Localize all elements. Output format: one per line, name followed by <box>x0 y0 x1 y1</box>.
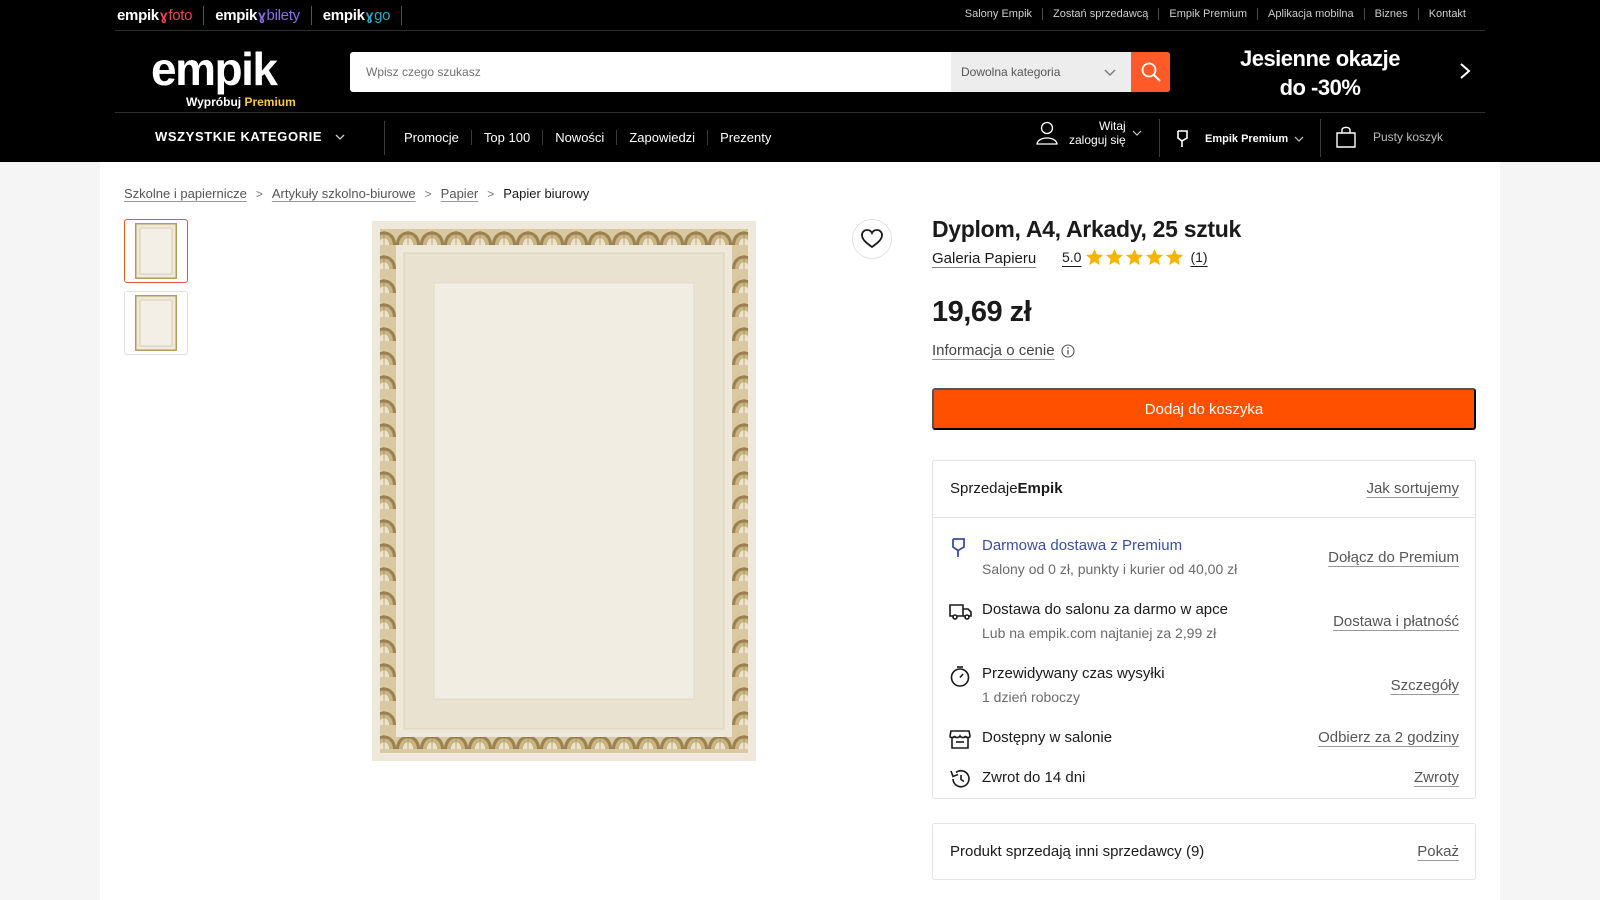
toplink-biznes[interactable]: Biznes <box>1363 8 1418 20</box>
search-input[interactable] <box>350 52 950 92</box>
empik-foto-link[interactable]: empik ɣ foto <box>117 6 205 25</box>
toplink-zostan-sprzedawca[interactable]: Zostań sprzedawcą <box>1042 8 1158 20</box>
product-image[interactable] <box>372 221 756 761</box>
product-title: Dyplom, A4, Arkady, 25 sztuk <box>932 216 1242 242</box>
seller-name: Empik <box>1017 480 1063 497</box>
top-bar: empik ɣ foto empik ɣ bilety empik ɣ go S… <box>115 0 1485 31</box>
brand-mark-icon: ɣ <box>159 7 168 23</box>
brand-links: empik ɣ foto empik ɣ bilety empik ɣ go <box>117 6 413 25</box>
other-sellers-label: Produkt sprzedają inni sprzedawcy (9) <box>950 843 1205 860</box>
certificate-thumbnail-image <box>135 295 177 351</box>
toplink-kontakt[interactable]: Kontakt <box>1417 8 1476 20</box>
add-to-favorites-button[interactable] <box>852 219 892 259</box>
try-premium-link[interactable]: Wypróbuj Premium <box>186 95 296 109</box>
nav-divider <box>1159 119 1160 157</box>
delivery-payment-link[interactable]: Dostawa i płatność <box>1333 613 1459 630</box>
heart-icon <box>861 229 883 249</box>
chevron-down-icon <box>335 134 345 140</box>
nav-prezenty[interactable]: Prezenty <box>707 130 783 145</box>
toplink-aplikacja[interactable]: Aplikacja mobilna <box>1257 8 1364 20</box>
pickup-link[interactable]: Odbierz za 2 godziny <box>1318 729 1459 746</box>
search-icon <box>1141 62 1161 82</box>
premium-icon <box>952 538 965 557</box>
add-to-cart-button[interactable]: Dodaj do koszyka <box>932 388 1476 430</box>
product-price: 19,69 zł <box>932 296 1032 328</box>
star-icon <box>1146 248 1164 266</box>
breadcrumb-link[interactable]: Papier <box>441 186 479 201</box>
certificate-thumbnail-image <box>135 223 177 279</box>
chevron-down-icon <box>1132 130 1142 136</box>
top-links: Salony Empik Zostań sprzedawcą Empik Pre… <box>955 8 1476 20</box>
breadcrumb-separator: > <box>487 186 495 201</box>
breadcrumb-link[interactable]: Szkolne i papiernicze <box>124 186 247 201</box>
main-nav: WSZYSTKIE KATEGORIE Promocje Top 100 Now… <box>115 112 1485 162</box>
empik-logo[interactable]: empik Wypróbuj Premium <box>151 45 296 109</box>
rating-stars <box>1085 248 1185 266</box>
other-sellers-box: Produkt sprzedają inni sprzedawcy (9) Po… <box>932 823 1476 880</box>
store-icon <box>949 730 971 749</box>
breadcrumb: Szkolne i papiernicze > Artykuły szkolno… <box>124 186 589 201</box>
rating-value: 5.0 <box>1062 249 1082 265</box>
nav-promocje[interactable]: Promocje <box>392 130 471 145</box>
brand-mark-icon: ɣ <box>258 7 266 23</box>
category-select[interactable]: Dowolna kategoria <box>951 52 1131 92</box>
star-icon <box>1106 248 1124 266</box>
account-menu[interactable]: Witaj zaloguj się <box>1035 119 1142 147</box>
shopping-bag-icon <box>1336 126 1356 148</box>
nav-top100[interactable]: Top 100 <box>470 130 542 145</box>
empik-bilety-link[interactable]: empik ɣ bilety <box>215 6 312 25</box>
breadcrumb-separator: > <box>255 186 263 201</box>
star-icon <box>1126 248 1144 266</box>
brand-mark-icon: ɣ <box>365 7 374 23</box>
nav-zapowiedzi[interactable]: Zapowiedzi <box>616 130 707 145</box>
product-rating[interactable]: 5.0 (1) <box>1062 248 1208 266</box>
product-page: Szkolne i papiernicze > Artykuły szkolno… <box>100 162 1500 900</box>
search-button[interactable] <box>1131 52 1170 92</box>
premium-icon <box>1177 130 1188 147</box>
breadcrumb-current: Papier biurowy <box>503 186 590 201</box>
nav-divider <box>1320 119 1321 157</box>
user-icon <box>1036 121 1058 145</box>
how-we-sort-link[interactable]: Jak sortujemy <box>1366 480 1459 497</box>
seller-info-box: SprzedajeEmpik Jak sortujemy Darmowa dos… <box>932 460 1476 799</box>
stopwatch-icon <box>950 666 970 687</box>
info-icon <box>1061 343 1075 358</box>
rating-count: (1) <box>1190 249 1208 265</box>
premium-delivery-title[interactable]: Darmowa dostawa z Premium <box>982 537 1182 554</box>
show-other-sellers-link[interactable]: Pokaż <box>1417 843 1459 860</box>
chevron-down-icon <box>1104 69 1116 76</box>
breadcrumb-link[interactable]: Artykuły szkolno-biurowe <box>272 186 416 201</box>
return-icon <box>950 769 970 788</box>
promo-banner[interactable]: Jesienne okazje do -30% <box>1205 44 1435 102</box>
join-premium-link[interactable]: Dołącz do Premium <box>1328 549 1459 566</box>
product-thumbnail[interactable] <box>124 219 188 283</box>
breadcrumb-separator: > <box>424 186 432 201</box>
shipping-details-link[interactable]: Szczegóły <box>1391 677 1459 694</box>
all-categories-button[interactable]: WSZYSTKIE KATEGORIE <box>155 129 346 144</box>
seller-row: SprzedajeEmpik Jak sortujemy <box>933 461 1475 518</box>
site-header: empik ɣ foto empik ɣ bilety empik ɣ go S… <box>0 0 1600 162</box>
toplink-salony[interactable]: Salony Empik <box>955 8 1042 20</box>
nav-links: Promocje Top 100 Nowości Zapowiedzi Prez… <box>392 130 783 145</box>
chevron-right-icon[interactable] <box>1458 62 1472 80</box>
brand-link[interactable]: Galeria Papieru <box>932 250 1036 267</box>
star-icon <box>1086 248 1104 266</box>
empik-premium-menu[interactable]: Empik Premium <box>1175 129 1304 149</box>
product-thumbnail[interactable] <box>124 291 188 355</box>
star-icon <box>1166 248 1184 266</box>
search-bar: Dowolna kategoria <box>350 52 1170 92</box>
empik-go-link[interactable]: empik ɣ go <box>323 6 403 25</box>
nav-divider <box>384 121 385 155</box>
returns-link[interactable]: Zwroty <box>1414 769 1459 786</box>
chevron-down-icon <box>1294 136 1304 142</box>
toplink-premium[interactable]: Empik Premium <box>1158 8 1257 20</box>
nav-nowosci[interactable]: Nowości <box>542 130 616 145</box>
price-info-link[interactable]: Informacja o cenie <box>932 342 1075 359</box>
cart-button[interactable]: Pusty koszyk <box>1335 125 1443 149</box>
truck-icon <box>949 604 972 620</box>
